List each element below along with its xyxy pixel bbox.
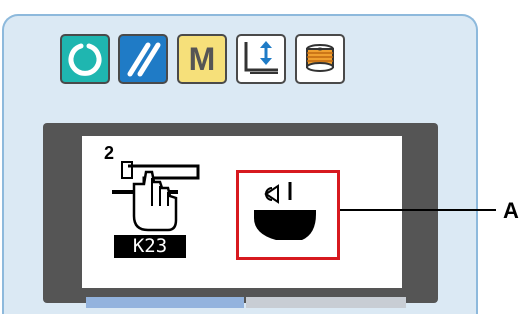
mode-button-label: M [188,41,216,77]
pattern-code: K23 [114,235,186,258]
ready-button[interactable] [60,34,110,84]
bobbin-winder-icon [306,44,334,72]
reset-slash-icon [127,42,161,77]
bobbin-winder-button[interactable] [295,34,345,84]
presser-foot-lift-icon [244,41,278,74]
mode-button[interactable]: M [177,34,227,84]
pattern-hand-icon[interactable] [108,148,208,234]
reset-button[interactable] [118,34,168,84]
callout-highlight-box [236,170,340,260]
callout-leader-line [340,209,496,211]
bottom-tab-2[interactable] [246,297,406,308]
presser-lift-button[interactable] [236,34,286,84]
callout-label: A [503,198,519,223]
bottom-tab-1[interactable] [86,297,244,308]
ready-ring-icon [68,43,102,76]
